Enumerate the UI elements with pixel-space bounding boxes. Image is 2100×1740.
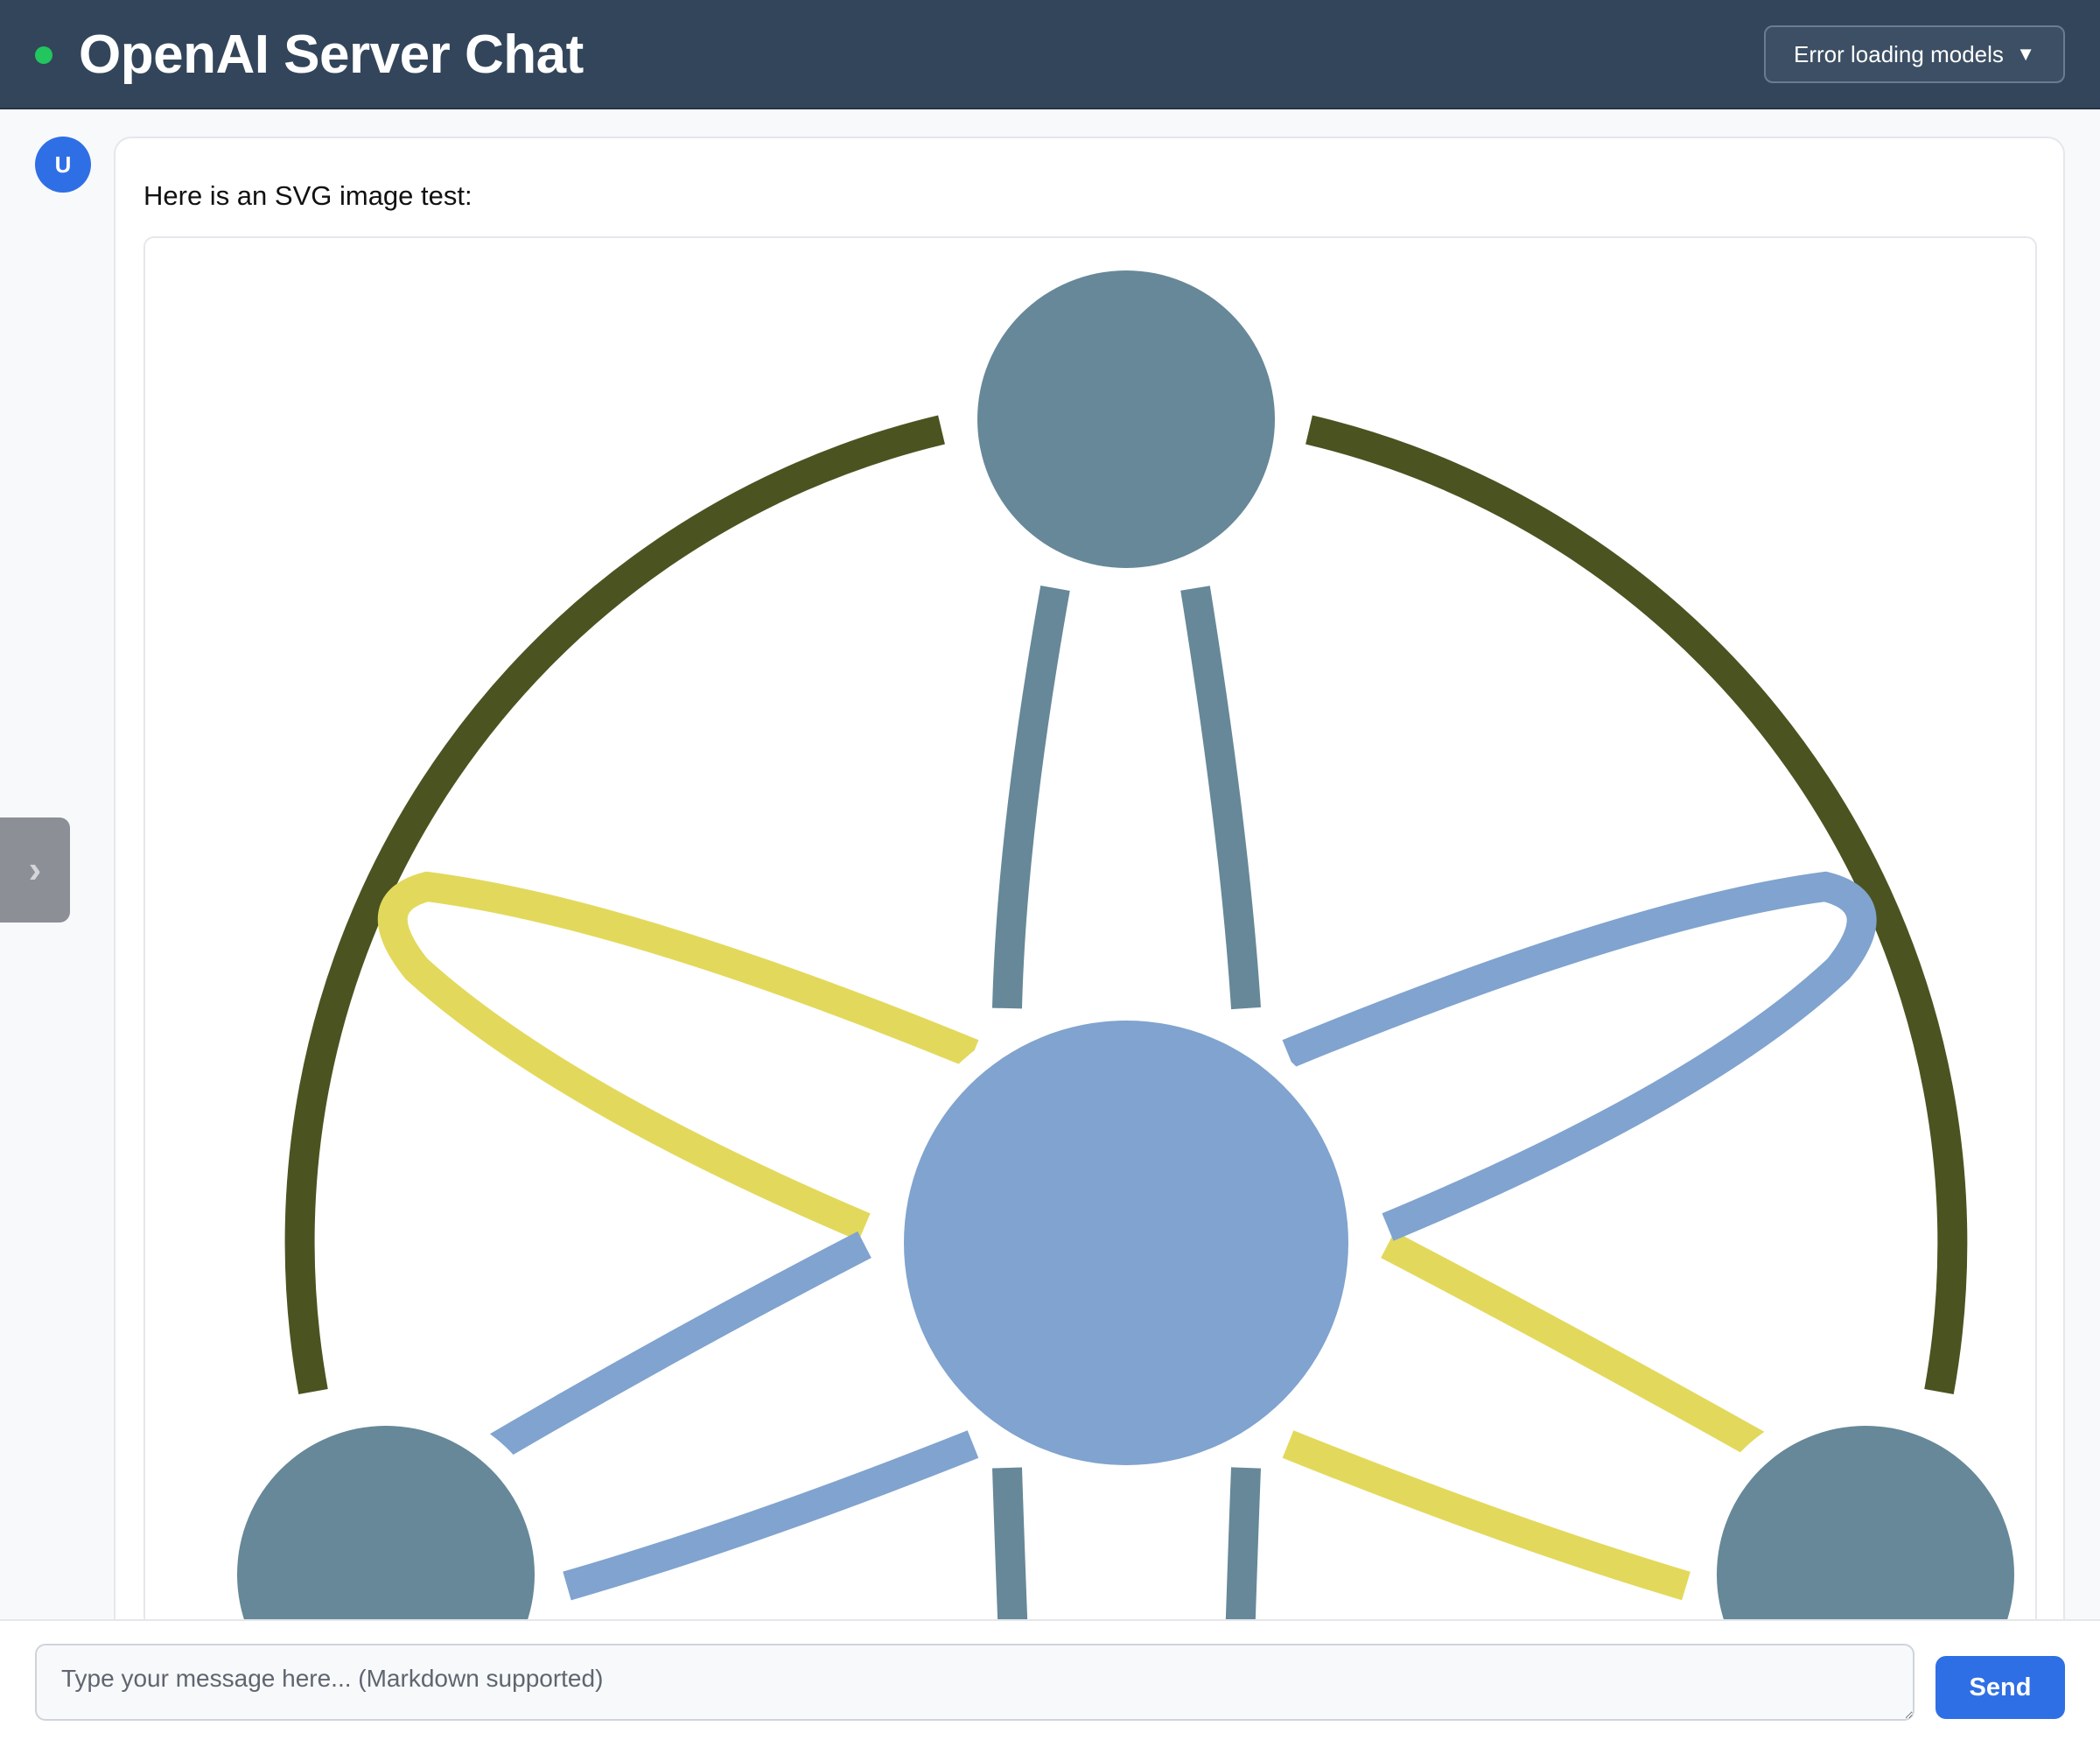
app-title: OpenAI Server Chat — [79, 25, 584, 85]
yellow-loop-left — [377, 871, 979, 1241]
center-node — [904, 1021, 1348, 1465]
svg-image-container — [144, 236, 2037, 1740]
message-input[interactable] — [35, 1644, 1914, 1721]
yellow-link-right — [1381, 1231, 1798, 1477]
user-message-bubble: Here is an SVG image test: — [114, 137, 2065, 1740]
connection-status-indicator — [35, 46, 52, 64]
sidebar-toggle-button[interactable]: › — [0, 817, 70, 923]
chevron-down-icon: ▼ — [2016, 43, 2035, 65]
send-button[interactable]: Send — [1936, 1656, 2065, 1719]
message-text: Here is an SVG image test: — [144, 180, 472, 211]
model-select-label: Error loading models — [1794, 40, 2004, 67]
spoke-top-left — [992, 586, 1070, 1009]
top-node — [977, 270, 1275, 568]
svg-network-image — [211, 244, 2035, 1740]
yellow-link-bottom-right — [1282, 1430, 1690, 1601]
user-avatar: U — [35, 137, 91, 193]
chevron-right-icon: › — [28, 848, 42, 891]
model-select[interactable]: Error loading models ▼ — [1764, 25, 2065, 83]
app-header: OpenAI Server Chat Error loading models … — [0, 0, 2100, 109]
blue-link-left — [461, 1231, 872, 1477]
blue-link-bottom-left — [563, 1430, 979, 1601]
blue-loop-right — [1282, 871, 1877, 1241]
composer-bar: Send — [0, 1619, 2100, 1740]
spoke-top-right — [1180, 586, 1261, 1010]
